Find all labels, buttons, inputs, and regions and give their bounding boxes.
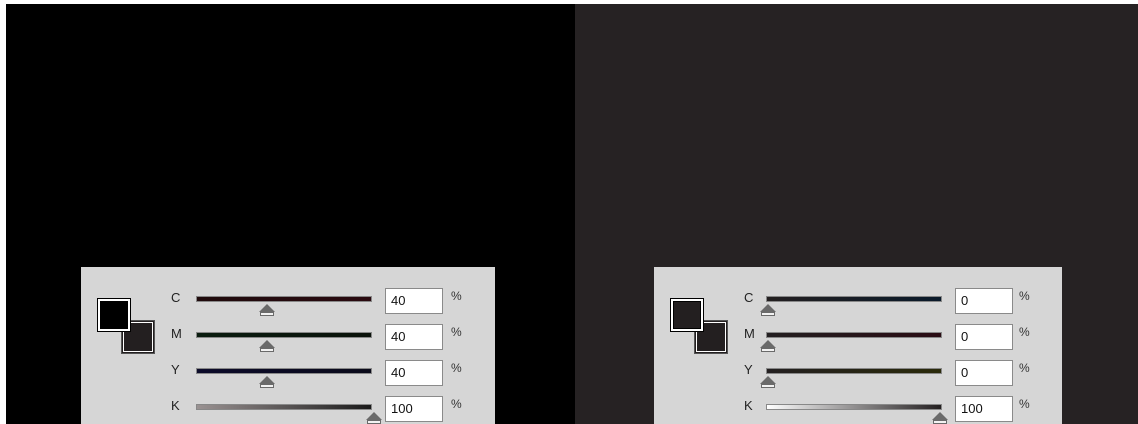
channel-label: M [171, 326, 182, 341]
percent-label: % [1019, 325, 1030, 339]
value-input[interactable]: 100 [955, 396, 1013, 422]
channel-label: K [744, 398, 753, 413]
color-panel-left: C 40 % M 40 % Y 40 % K 100 % [81, 267, 495, 424]
channel-row-m: M 0 % [654, 324, 1062, 352]
channel-label: C [744, 290, 754, 305]
slider-track[interactable] [196, 368, 372, 374]
channel-row-k: K 100 % [81, 396, 495, 424]
percent-label: % [1019, 397, 1030, 411]
channel-label: M [744, 326, 755, 341]
percent-label: % [451, 397, 462, 411]
slider-track[interactable] [196, 332, 372, 338]
percent-label: % [451, 289, 462, 303]
channel-label: K [171, 398, 180, 413]
value-input[interactable]: 40 [385, 360, 443, 386]
value-input[interactable]: 0 [955, 324, 1013, 350]
channel-label: C [171, 290, 181, 305]
value-input[interactable]: 0 [955, 288, 1013, 314]
percent-label: % [1019, 289, 1030, 303]
slider-track[interactable] [766, 404, 942, 410]
value-input[interactable]: 40 [385, 288, 443, 314]
slider-track[interactable] [766, 332, 942, 338]
slider-track[interactable] [766, 296, 942, 302]
channel-row-y: Y 40 % [81, 360, 495, 388]
value-input[interactable]: 0 [955, 360, 1013, 386]
channel-row-c: C 40 % [81, 288, 495, 316]
channel-row-y: Y 0 % [654, 360, 1062, 388]
right-canvas: C 0 % M 0 % Y 0 % K 100 % [575, 4, 1138, 424]
percent-label: % [451, 325, 462, 339]
channel-row-m: M 40 % [81, 324, 495, 352]
channel-row-k: K 100 % [654, 396, 1062, 424]
left-canvas: C 40 % M 40 % Y 40 % K 100 % [6, 4, 575, 424]
channel-label: Y [171, 362, 180, 377]
percent-label: % [451, 361, 462, 375]
slider-track[interactable] [196, 404, 372, 410]
slider-track[interactable] [766, 368, 942, 374]
value-input[interactable]: 100 [385, 396, 443, 422]
channel-row-c: C 0 % [654, 288, 1062, 316]
channel-label: Y [744, 362, 753, 377]
percent-label: % [1019, 361, 1030, 375]
slider-track[interactable] [196, 296, 372, 302]
value-input[interactable]: 40 [385, 324, 443, 350]
color-panel-right: C 0 % M 0 % Y 0 % K 100 % [654, 267, 1062, 424]
